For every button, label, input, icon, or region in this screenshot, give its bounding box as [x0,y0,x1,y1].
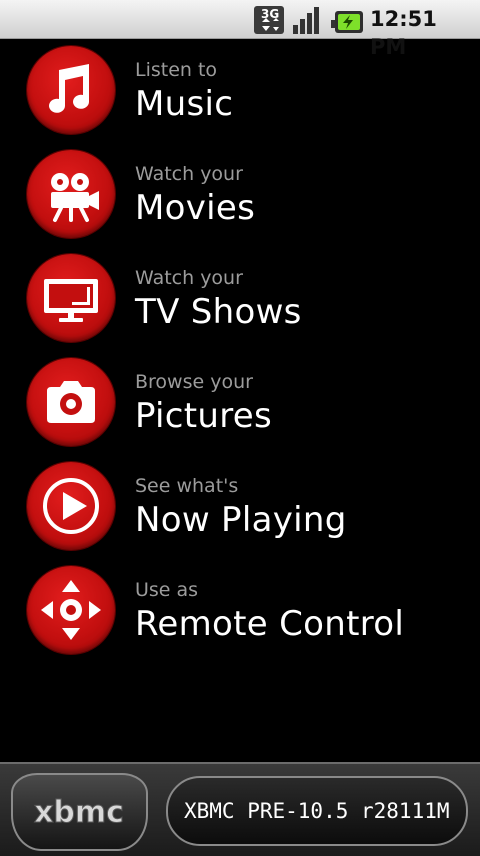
menu-item-title: Pictures [135,396,273,436]
status-time: 12:51 PM [370,7,437,59]
menu-item-movies[interactable]: Watch your Movies [0,142,480,246]
xbmc-logo: xbmc [34,795,125,831]
menu-item-music[interactable]: Listen to Music [0,38,480,142]
svg-text:xbmc: xbmc [34,795,124,830]
tv-icon [27,254,115,342]
signal-strength-icon [293,7,319,34]
menu-item-now-playing[interactable]: See what's Now Playing [0,454,480,558]
menu-item-subtitle: Watch your [135,267,243,289]
music-note-icon [27,46,115,134]
menu-item-subtitle: Listen to [135,59,218,81]
menu-item-pictures[interactable]: Browse your Pictures [0,350,480,454]
3g-data-icon: 3G [254,6,284,34]
menu-item-title: Movies [135,188,256,228]
menu-item-subtitle: Use as [135,579,199,601]
bottom-bar: xbmc XBMC PRE-10.5 r28111M [0,762,480,856]
dpad-icon [27,566,115,654]
movie-camera-icon [27,150,115,238]
menu-item-tv-shows[interactable]: Watch your TV Shows [0,246,480,350]
menu-item-subtitle: Watch your [135,163,243,185]
play-icon [27,462,115,550]
version-display: XBMC PRE-10.5 r28111M [166,776,468,846]
battery-charging-icon [331,11,363,33]
menu-item-title: Music [135,84,234,124]
camera-icon [27,358,115,446]
status-bar: 3G 12:51 PM [0,0,480,59]
menu-item-subtitle: Browse your [135,371,253,393]
xbmc-logo-button[interactable]: xbmc [11,773,148,851]
menu-item-title: Now Playing [135,500,347,540]
menu-item-remote-control[interactable]: Use as Remote Control [0,558,480,662]
version-text: XBMC PRE-10.5 r28111M [184,799,450,823]
menu-item-title: Remote Control [135,604,405,644]
menu-item-title: TV Shows [135,292,302,332]
menu-item-subtitle: See what's [135,475,239,497]
